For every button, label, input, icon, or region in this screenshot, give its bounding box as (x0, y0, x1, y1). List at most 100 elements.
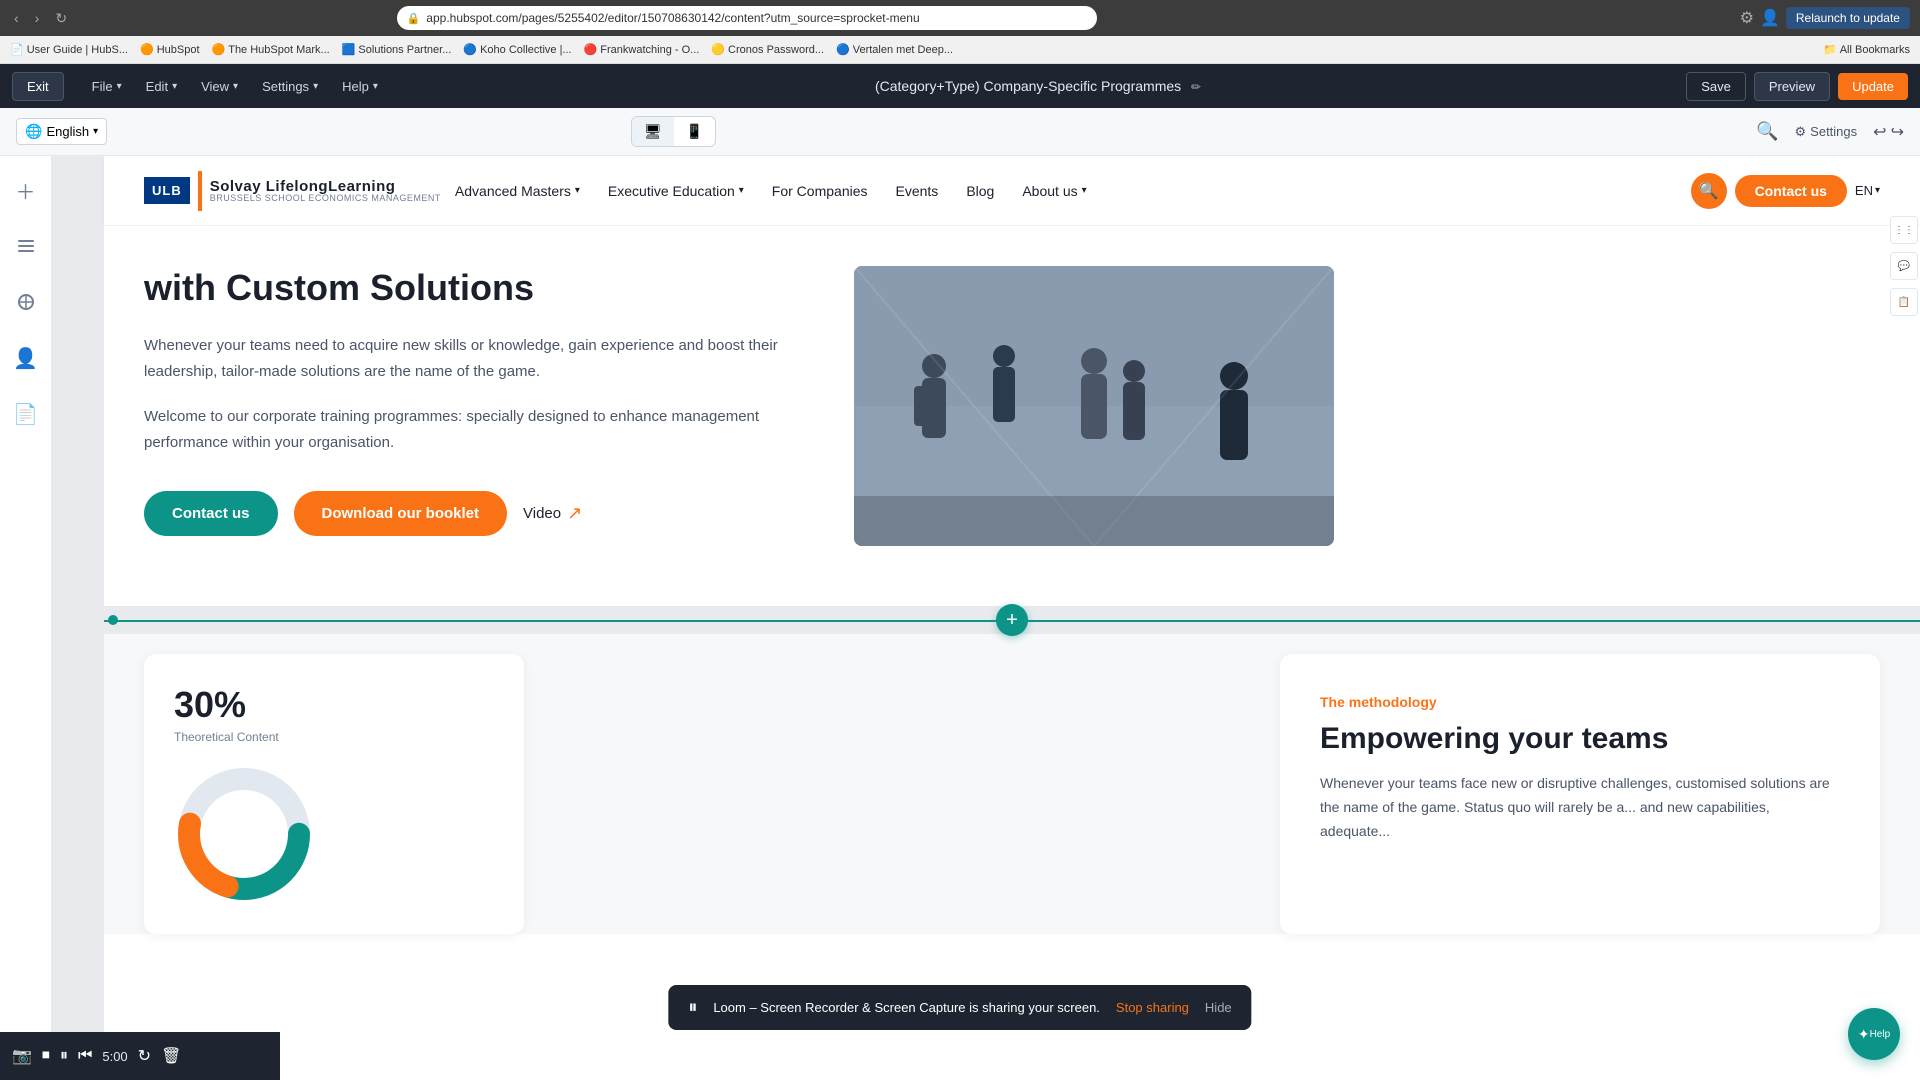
camera-icon[interactable]: 📷 (12, 1046, 32, 1066)
logo-orange-divider (198, 171, 202, 211)
settings-button[interactable]: ⚙ Settings (1787, 120, 1866, 144)
undo-redo-group: ↩ ↪ (1873, 122, 1904, 142)
save-button[interactable]: Save (1686, 72, 1746, 101)
canvas-area: ULB Solvay LifelongLearning BRUSSELS SCH… (52, 156, 1920, 1080)
sidebar-design-icon[interactable] (8, 284, 44, 320)
loom-hide-button[interactable]: Hide (1205, 1000, 1232, 1015)
file-menu[interactable]: File ▾ (80, 79, 134, 94)
loom-notification-bar: ⏸ Loom – Screen Recorder & Screen Captur… (668, 985, 1251, 1030)
methodology-card: The methodology Empowering your teams Wh… (1280, 654, 1880, 934)
nav-about-us[interactable]: About us ▾ (1008, 175, 1100, 207)
bookmark-all[interactable]: 📁 All Bookmarks (1823, 43, 1910, 56)
profile-icon[interactable]: 👤 (1760, 8, 1780, 28)
bookmark-solutions[interactable]: 🟦 Solutions Partner... (342, 43, 452, 56)
search-icon[interactable]: 🔍 (1756, 121, 1778, 142)
page-title: (Category+Type) Company-Specific Program… (390, 78, 1686, 94)
bookmark-frank[interactable]: 🔴 Frankwatching - O... (584, 43, 700, 56)
nav-for-companies[interactable]: For Companies (758, 175, 882, 207)
chart-card: 30% Theoretical Content (144, 654, 524, 934)
nav-contact-button[interactable]: Contact us (1735, 175, 1847, 207)
device-toggle: 🖥 📱 (631, 116, 716, 147)
update-button[interactable]: Update (1838, 73, 1908, 100)
preview-button[interactable]: Preview (1754, 72, 1830, 101)
reload-btn[interactable]: ↻ (51, 8, 71, 29)
bookmark-user-guide[interactable]: 📄 User Guide | HubS... (10, 43, 128, 56)
nav-about-chevron: ▾ (1082, 185, 1087, 196)
relaunch-button[interactable]: Relaunch to update (1786, 7, 1910, 29)
browser-chrome: ‹ › ↻ 🔒 app.hubspot.com/pages/5255402/ed… (0, 0, 1920, 36)
desktop-view-btn[interactable]: 🖥 (632, 117, 674, 146)
toolbar-row2: 🌐 English ▾ 🖥 📱 🔍 ⚙ Settings ↩ ↪ (0, 108, 1920, 156)
edit-title-icon[interactable]: ✏ (1191, 80, 1201, 94)
chart-label: Theoretical Content (174, 730, 494, 744)
hero-text: with Custom Solutions Whenever your team… (144, 266, 794, 536)
divider-dot (108, 615, 118, 625)
back-btn[interactable]: ‹ (10, 8, 23, 28)
pause-icon[interactable]: ⏸ (60, 1047, 68, 1065)
nav-advanced-masters[interactable]: Advanced Masters ▾ (441, 175, 594, 207)
bookmark-hubspot-mark[interactable]: 🟠 The HubSpot Mark... (212, 43, 330, 56)
sidebar-page-icon[interactable]: 📄 (8, 396, 44, 432)
sidebar-add-icon[interactable]: ＋ (8, 172, 44, 208)
refresh-icon[interactable]: ↻ (138, 1046, 151, 1066)
loom-stop-sharing-button[interactable]: Stop sharing (1116, 1000, 1189, 1015)
lang-chevron: ▾ (93, 126, 98, 137)
globe-icon: 🌐 (25, 123, 42, 140)
nav-blog[interactable]: Blog (952, 175, 1008, 207)
nav-lang-chevron: ▾ (1875, 185, 1880, 196)
extensions-icon[interactable]: ⚙ (1740, 8, 1754, 28)
nav-exec-ed-chevron: ▾ (739, 185, 744, 196)
nav-executive-education[interactable]: Executive Education ▾ (594, 175, 758, 207)
methodology-desc: Whenever your teams face new or disrupti… (1320, 772, 1840, 843)
trash-icon[interactable]: 🗑 (161, 1046, 181, 1066)
page-content: ULB Solvay LifelongLearning BRUSSELS SCH… (104, 156, 1920, 1080)
bookmark-cronos[interactable]: 🟡 Cronos Password... (711, 43, 824, 56)
redo-btn[interactable]: ↪ (1891, 122, 1904, 142)
bookmark-koho[interactable]: 🔵 Koho Collective |... (463, 43, 571, 56)
sidebar-user-icon[interactable]: 👤 (8, 340, 44, 376)
view-menu[interactable]: View ▾ (189, 79, 250, 94)
add-section-button[interactable]: + (996, 604, 1028, 636)
bookmark-hubspot[interactable]: 🟠 HubSpot (140, 43, 200, 56)
bookmark-vertalen[interactable]: 🔵 Vertalen met Deep... (836, 43, 953, 56)
site-logo: ULB Solvay LifelongLearning BRUSSELS SCH… (144, 171, 441, 211)
edit-menu[interactable]: Edit ▾ (134, 79, 189, 94)
exit-button[interactable]: Exit (12, 72, 64, 101)
stop-icon[interactable]: ⏹ (42, 1047, 50, 1065)
forward-btn[interactable]: › (31, 8, 44, 28)
section-divider: + (104, 606, 1920, 634)
bookmarks-bar: 📄 User Guide | HubS... 🟠 HubSpot 🟠 The H… (0, 36, 1920, 64)
video-button[interactable]: Video ↗ (523, 503, 582, 524)
undo-btn[interactable]: ↩ (1873, 122, 1886, 142)
nav-lang-selector[interactable]: EN ▾ (1855, 183, 1880, 198)
hero-title: with Custom Solutions (144, 266, 794, 309)
help-menu[interactable]: Help ▾ (330, 79, 390, 94)
right-tool-2[interactable]: 💬 (1890, 252, 1918, 280)
download-booklet-button[interactable]: Download our booklet (294, 491, 508, 536)
rewind-icon[interactable]: ⏮ (78, 1047, 92, 1065)
mobile-view-btn[interactable]: 📱 (674, 117, 715, 146)
nav-advanced-masters-chevron: ▾ (575, 185, 580, 196)
right-tools: ⋮⋮ 💬 📋 (1888, 156, 1920, 316)
sidebar-layers-icon[interactable] (8, 228, 44, 264)
nav-search-btn[interactable]: 🔍 (1691, 173, 1727, 209)
browser-actions: ⚙ 👤 Relaunch to update (1740, 7, 1910, 29)
hubspot-toolbar: Exit File ▾ Edit ▾ View ▾ Settings ▾ Hel… (0, 64, 1920, 108)
methodology-title: Empowering your teams (1320, 722, 1840, 756)
help-icon: ✦ (1858, 1026, 1870, 1043)
hero-section: with Custom Solutions Whenever your team… (104, 226, 1920, 606)
solvay-sub: BRUSSELS SCHOOL ECONOMICS MANAGEMENT (210, 194, 441, 203)
loom-message: Loom – Screen Recorder & Screen Capture … (713, 1000, 1100, 1015)
right-tool-1[interactable]: ⋮⋮ (1890, 216, 1918, 244)
url-bar[interactable]: 🔒 app.hubspot.com/pages/5255402/editor/1… (397, 6, 1097, 30)
solvay-logo-text: Solvay LifelongLearning BRUSSELS SCHOOL … (210, 179, 441, 203)
recording-toolbar: 📷 ⏹ ⏸ ⏮ 5:00 ↻ 🗑 (0, 1032, 280, 1080)
solvay-name: Solvay LifelongLearning (210, 179, 441, 194)
right-tool-3[interactable]: 📋 (1890, 288, 1918, 316)
help-button[interactable]: ✦ Help (1848, 1008, 1900, 1060)
language-selector[interactable]: 🌐 English ▾ (16, 118, 107, 145)
nav-events[interactable]: Events (882, 175, 953, 207)
contact-us-button[interactable]: Contact us (144, 491, 278, 536)
hero-buttons: Contact us Download our booklet Video ↗ (144, 491, 794, 536)
settings-menu[interactable]: Settings ▾ (250, 79, 330, 94)
